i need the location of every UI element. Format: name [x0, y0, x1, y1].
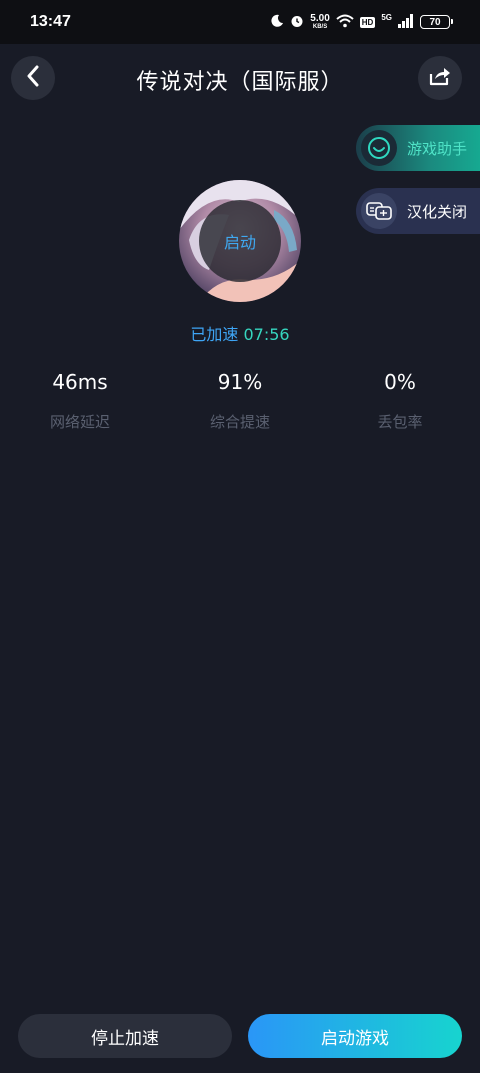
stat-speedup-value: 91% [217, 370, 263, 394]
game-assistant-button[interactable]: 游戏助手 [356, 125, 480, 171]
stat-speedup: 91% 综合提速 [160, 370, 320, 432]
stat-speedup-label: 综合提速 [209, 413, 270, 431]
moon-icon [270, 13, 284, 32]
network-speed: 5.00 KB/S [310, 13, 330, 31]
stop-acceleration-button[interactable]: 停止加速 [18, 1014, 232, 1058]
signal-icon [398, 13, 414, 32]
translation-toggle[interactable]: 汉化关闭 [356, 188, 480, 234]
stat-latency-value: 46ms [52, 370, 108, 394]
acceleration-elapsed: 07:56 [243, 325, 290, 344]
translate-icon [361, 193, 397, 229]
acceleration-status: 已加速 07:56 [0, 321, 480, 345]
share-icon [429, 66, 451, 90]
acceleration-prefix: 已加速 [190, 325, 239, 344]
translation-label: 汉化关闭 [407, 202, 468, 221]
stat-packet-loss: 0% 丢包率 [320, 370, 480, 432]
stats-row: 46ms 网络延迟 91% 综合提速 0% 丢包率 [0, 370, 480, 440]
battery-indicator: 70 [420, 15, 453, 29]
status-bar: 13:47 5.00 KB/S HD 5G 70 [0, 0, 480, 44]
network-type: 5G [381, 12, 392, 22]
hd-badge: HD [359, 16, 376, 28]
stat-packet-loss-label: 丢包率 [377, 413, 423, 431]
launch-game-button[interactable]: 启动游戏 [248, 1014, 462, 1058]
alarm-icon [290, 13, 304, 32]
launch-overlay[interactable]: 启动 [199, 200, 281, 282]
assistant-icon [361, 130, 397, 166]
game-assistant-label: 游戏助手 [407, 139, 468, 158]
share-button[interactable] [418, 56, 462, 100]
stat-packet-loss-value: 0% [384, 370, 416, 394]
status-icons: 5.00 KB/S HD 5G 70 [270, 12, 453, 32]
game-avatar[interactable]: 启动 [179, 180, 301, 302]
launch-overlay-label: 启动 [223, 233, 256, 252]
network-speed-unit: KB/S [312, 24, 328, 30]
status-time: 13:47 [30, 13, 71, 30]
header: 传说对决（国际服） [0, 44, 480, 108]
wifi-icon [336, 13, 354, 32]
stat-latency-label: 网络延迟 [49, 413, 110, 431]
network-speed-value: 5.00 [310, 13, 330, 24]
stat-latency: 46ms 网络延迟 [0, 370, 160, 432]
page-title: 传说对决（国际服） [136, 70, 344, 95]
